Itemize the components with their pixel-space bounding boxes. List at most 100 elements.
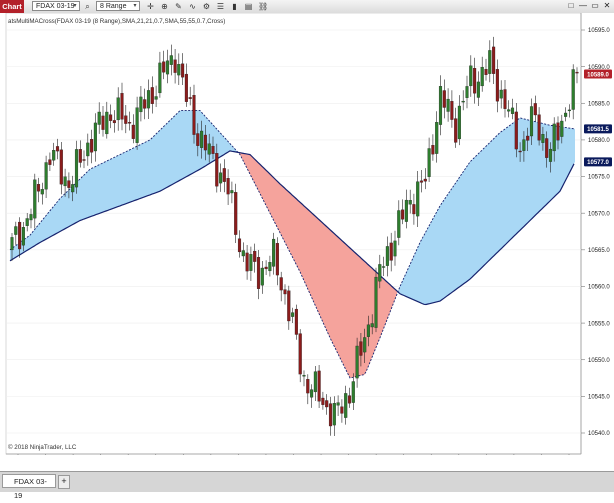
candle-up [336,402,340,406]
bars-icon[interactable]: ▮ [230,2,239,11]
zoom-icon[interactable]: ⊕ [160,2,169,11]
draw-icon[interactable]: ✎ [174,2,183,11]
chart-panel[interactable]: 10595.0 10590.0 10585.0 10580.0 10575.0 10570… [0,12,614,466]
chart-window-label: Chart [0,0,24,13]
candle-down [101,115,105,130]
candle-down [275,243,279,276]
instrument-tab[interactable]: FDAX 03-19 [2,474,56,500]
candle-down [90,139,94,153]
strategy-icon[interactable]: ⚙ [202,2,211,11]
properties-icon[interactable]: ☰ [216,2,225,11]
candle-down [211,146,215,154]
data-box-icon[interactable]: ▤ [244,2,253,11]
candle-down [181,63,185,78]
candle-down [48,159,52,165]
candle-down [450,101,454,120]
candle-down [222,168,226,182]
add-tab-button[interactable]: + [58,475,70,489]
candle-up [397,210,401,238]
candle-down [173,59,177,73]
search-icon[interactable]: ⌕ [83,2,92,11]
candle-down [188,97,192,99]
candle-down [492,46,496,74]
candle-up [97,111,101,125]
candle-up [268,262,272,272]
crosshair-icon[interactable]: ✛ [146,2,155,11]
candle-up [552,123,556,152]
candle-down [184,73,188,102]
candle-down [518,150,522,153]
candle-up [230,190,234,194]
candle-up [165,60,170,75]
candle-down [495,69,499,102]
candle-down [82,159,86,161]
candle-down [283,289,287,295]
candle-up [564,112,568,117]
candle-down [484,69,488,75]
minimize-icon[interactable]: — [578,1,588,11]
candle-down [419,180,424,183]
candle-up [351,381,355,403]
candle-down [112,120,116,124]
candle-down [321,397,325,405]
candle-up [404,199,408,222]
restore-icon[interactable]: □ [566,1,576,11]
candle-up [272,238,276,267]
candle-up [154,96,158,100]
candle-up [378,264,382,282]
candle-up [200,130,204,148]
link-icon[interactable]: ⛓ [258,2,268,11]
candle-up [86,142,90,157]
candle-down [256,257,261,289]
close-icon[interactable]: ✕ [602,1,612,11]
price-marker-label: 10577.0 [587,160,609,166]
period-selector[interactable]: 8 Range ▾ [96,1,140,11]
maximize-icon[interactable]: ▭ [590,1,600,11]
candle-down [325,400,329,408]
candle-down [124,115,128,124]
candle-down [245,252,249,272]
price-chart[interactable]: 10595.010590.010585.010580.010575.010570… [0,12,614,466]
candle-up [416,181,420,217]
price-tick-label: 10575.0 [588,175,610,181]
candle-down [575,71,579,74]
candle-down [67,180,71,188]
candle-up [71,184,75,193]
candle-up [21,227,25,246]
candle-down [556,122,560,141]
indicators-icon[interactable]: ∿ [188,2,197,11]
instrument-selector[interactable]: FDAX 03-19 ▾ [32,1,80,11]
candle-down [533,103,537,116]
price-marker-label: 10589.0 [587,72,609,78]
price-tick-label: 10585.0 [588,101,610,107]
candle-up [105,111,109,135]
candle-down [215,153,219,187]
candle-up [567,109,571,112]
candle-up [158,62,162,94]
candle-up [219,172,223,184]
candle-down [545,138,549,158]
candle-up [313,371,317,393]
candle-down [306,379,310,394]
copyright-text: © 2018 NinjaTrader, LLC [8,444,77,451]
candle-down [36,184,41,192]
candle-up [366,324,370,337]
candle-down [389,242,393,261]
candle-up [29,214,33,221]
candle-down [359,341,363,356]
candle-down [203,134,207,151]
candle-down [226,178,230,195]
candle-down [503,89,507,109]
candle-down [298,333,302,375]
candle-up [302,375,306,377]
candle-up [139,96,143,113]
candle-down [431,145,435,155]
candle-up [427,148,431,177]
candle-up [25,218,29,226]
status-bar: FDAX 03-19 + [0,471,614,500]
candle-down [234,192,238,235]
candle-up [355,345,359,379]
candle-up [93,122,97,152]
candle-down [473,68,477,94]
candle-up [363,337,367,353]
